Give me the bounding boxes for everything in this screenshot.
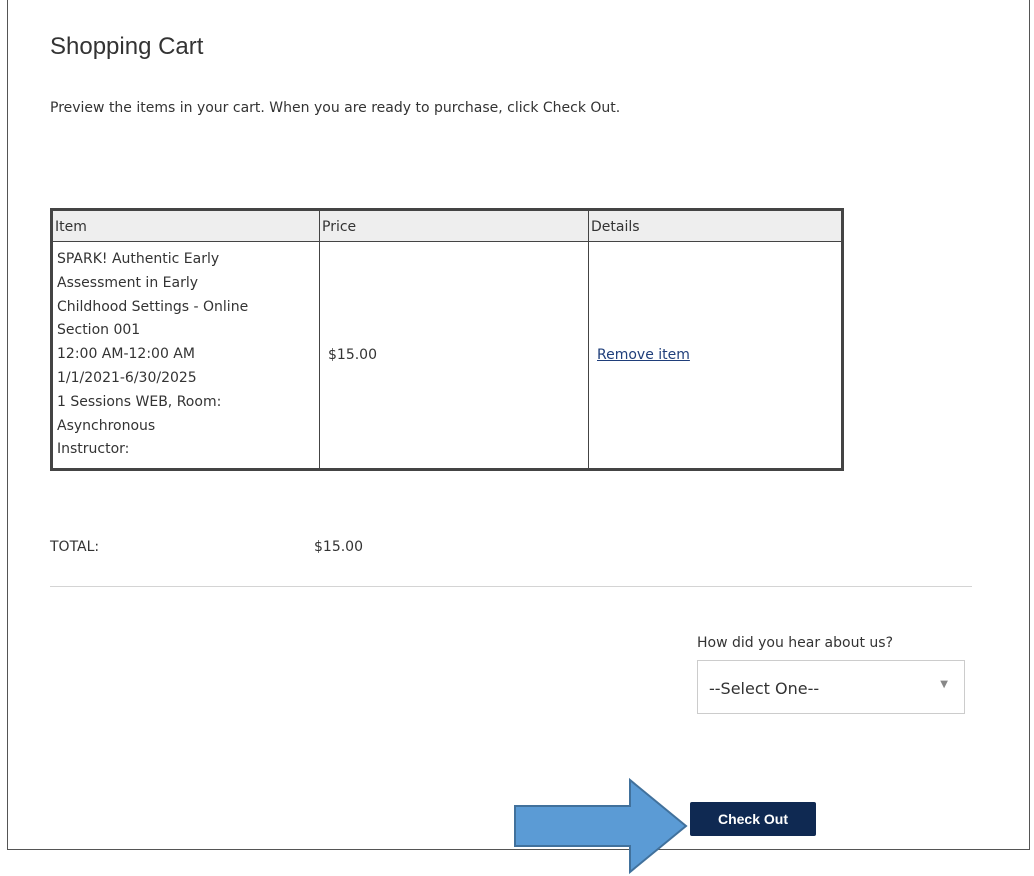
item-line: Instructor: bbox=[57, 441, 130, 458]
column-header-price: Price bbox=[319, 209, 589, 242]
total-value: $15.00 bbox=[314, 539, 363, 555]
column-header-item: Item bbox=[51, 209, 320, 242]
page-title: Shopping Cart bbox=[50, 33, 204, 60]
remove-item-link[interactable]: Remove item bbox=[597, 347, 690, 363]
item-line: 1 Sessions WEB, Room: bbox=[57, 393, 222, 410]
page-intro: Preview the items in your cart. When you… bbox=[50, 100, 621, 116]
divider bbox=[50, 586, 972, 587]
item-details: Remove item bbox=[588, 240, 843, 471]
item-line: 1/1/2021-6/30/2025 bbox=[57, 369, 197, 386]
checkout-button[interactable]: Check Out bbox=[690, 802, 816, 836]
item-line: Section 001 bbox=[57, 322, 141, 339]
referral-select[interactable]: --Select One-- ▼ bbox=[697, 660, 965, 714]
cart-table: Item Price Details SPARK! Authentic Earl… bbox=[50, 208, 844, 472]
item-description: SPARK! Authentic Early Assessment in Ear… bbox=[51, 240, 320, 471]
referral-selected-value: --Select One-- bbox=[709, 679, 820, 698]
item-line: Childhood Settings - Online bbox=[57, 298, 249, 315]
item-line: 12:00 AM-12:00 AM bbox=[57, 346, 195, 363]
arrow-shape bbox=[514, 777, 688, 875]
table-row: SPARK! Authentic Early Assessment in Ear… bbox=[51, 240, 843, 471]
right-arrow-icon bbox=[514, 777, 688, 875]
referral-label: How did you hear about us? bbox=[697, 635, 893, 651]
column-header-details: Details bbox=[588, 209, 843, 242]
total-label: TOTAL: bbox=[50, 539, 100, 555]
item-line: Asynchronous bbox=[57, 417, 156, 434]
item-price: $15.00 bbox=[319, 240, 589, 471]
item-line: Assessment in Early bbox=[57, 274, 198, 291]
caret-down-icon: ▼ bbox=[940, 679, 948, 690]
table-header-row: Item Price Details bbox=[51, 209, 843, 242]
item-line: SPARK! Authentic Early bbox=[57, 251, 220, 267]
